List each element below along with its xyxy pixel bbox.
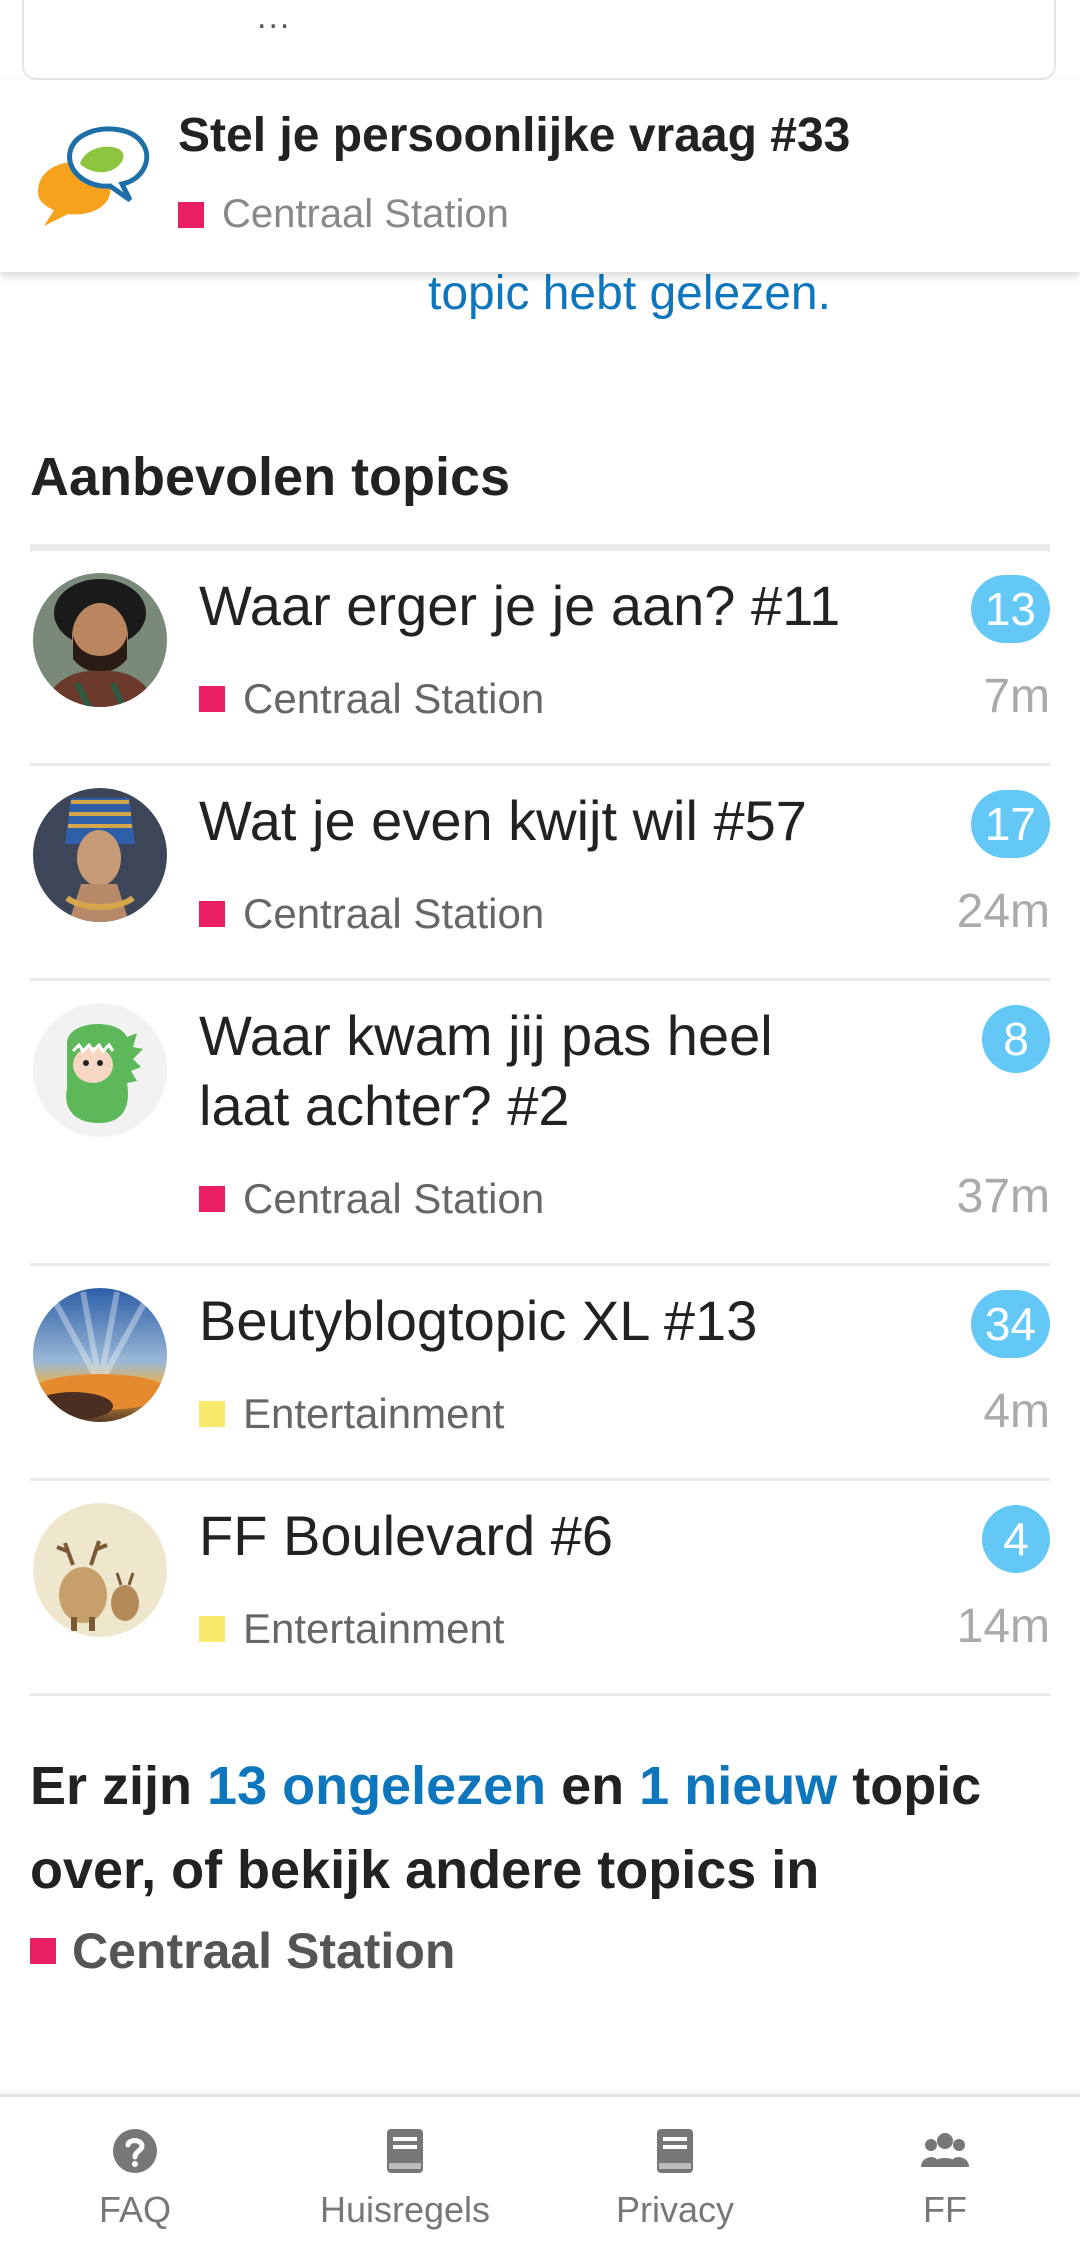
list-divider <box>30 544 1050 551</box>
topic-title[interactable]: Wat je even kwijt wil #57 <box>199 786 859 856</box>
activity-age: 4m <box>983 1385 1050 1438</box>
category-label: Centraal Station <box>243 675 545 722</box>
topic-category[interactable]: Centraal Station <box>178 192 509 237</box>
category-label: Entertainment <box>243 1390 505 1437</box>
activity-age: 24m <box>956 885 1050 938</box>
nav-label: Privacy <box>615 2189 735 2230</box>
unread-count-badge[interactable]: 8 <box>982 1005 1050 1073</box>
topic-category[interactable]: Entertainment <box>199 1390 504 1438</box>
category-label: Centraal Station <box>222 192 509 236</box>
browse-category-link[interactable]: Centraal Station <box>30 1922 455 1980</box>
message-middle: en <box>546 1756 640 1816</box>
topic-category[interactable]: Centraal Station <box>199 1175 544 1223</box>
category-label: Centraal Station <box>72 1923 456 1979</box>
nav-label: Huisregels <box>319 2189 491 2230</box>
unread-count-badge[interactable]: 17 <box>970 790 1050 858</box>
category-color-square <box>199 1401 225 1427</box>
unread-count-badge[interactable]: 34 <box>970 1290 1050 1358</box>
topic-row[interactable]: Beutyblogtopic XL #13 Entertainment 34 4… <box>30 1266 1050 1481</box>
read-topic-link[interactable]: topic hebt gelezen. <box>428 266 831 321</box>
topic-row[interactable]: Wat je even kwijt wil #57 Centraal Stati… <box>30 766 1050 981</box>
nav-faq[interactable]: FAQ <box>0 2097 270 2244</box>
category-color-square <box>199 686 225 712</box>
section-title: Aanbevolen topics <box>30 447 511 507</box>
topic-category[interactable]: Entertainment <box>199 1605 504 1653</box>
nefertiti-avatar[interactable] <box>33 788 167 922</box>
topic-row[interactable]: FF Boulevard #6 Entertainment 4 14m <box>30 1481 1050 1696</box>
topic-header: Stel je persoonlijke vraag #33 Centraal … <box>0 80 1080 272</box>
topic-category[interactable]: Centraal Station <box>199 675 544 723</box>
nav-ff[interactable]: FF <box>810 2097 1080 2244</box>
book-icon <box>387 2129 423 2173</box>
new-topics-link[interactable]: 1 nieuw <box>639 1756 837 1816</box>
unread-count-badge[interactable]: 13 <box>970 575 1050 643</box>
site-logo-icon[interactable] <box>30 122 154 234</box>
category-label: Centraal Station <box>243 890 545 937</box>
nav-privacy[interactable]: Privacy <box>540 2097 810 2244</box>
category-color-square <box>30 1938 56 1964</box>
question-circle-icon <box>113 2129 157 2173</box>
category-color-square <box>199 1186 225 1212</box>
topic-row[interactable]: Waar erger je je aan? #11 Centraal Stati… <box>30 551 1050 766</box>
previous-post-card: ... <box>22 0 1056 80</box>
users-icon <box>921 2133 969 2167</box>
reindeer-avatar[interactable] <box>33 1503 167 1637</box>
category-color-square <box>199 1616 225 1642</box>
activity-age: 7m <box>983 670 1050 723</box>
topic-title[interactable]: Waar kwam jij pas heel laat achter? #2 <box>199 1001 859 1141</box>
category-color-square <box>178 201 204 228</box>
topic-title[interactable]: Waar erger je je aan? #11 <box>199 571 859 641</box>
topic-title[interactable]: FF Boulevard #6 <box>199 1501 859 1571</box>
nav-label: FF <box>923 2189 967 2230</box>
topic-row[interactable]: Waar kwam jij pas heel laat achter? #2 C… <box>30 981 1050 1266</box>
more-ellipsis[interactable]: ... <box>257 0 291 37</box>
category-label: Centraal Station <box>243 1175 545 1222</box>
category-color-square <box>199 901 225 927</box>
message-prefix: Er zijn <box>30 1756 208 1816</box>
bottom-nav: FAQ Huisregels Privacy FF <box>0 2094 1080 2244</box>
topic-title[interactable]: Stel je persoonlijke vraag #33 <box>178 108 850 163</box>
category-label: Entertainment <box>243 1605 505 1652</box>
activity-age: 14m <box>956 1600 1050 1653</box>
unread-topics-link[interactable]: 13 ongelezen <box>207 1756 546 1816</box>
book-icon <box>657 2129 693 2173</box>
nav-label: FAQ <box>98 2189 172 2230</box>
dino-costume-avatar[interactable] <box>33 1003 167 1137</box>
topic-category[interactable]: Centraal Station <box>199 890 544 938</box>
topic-title[interactable]: Beutyblogtopic XL #13 <box>199 1286 859 1356</box>
nav-huisregels[interactable]: Huisregels <box>270 2097 540 2244</box>
suggested-topics-message: Er zijn 13 ongelezen en 1 nieuw topic ov… <box>30 1744 1050 1912</box>
suggested-topic-list: Waar erger je je aan? #11 Centraal Stati… <box>30 551 1050 1696</box>
sunset-sky-avatar[interactable] <box>33 1288 167 1422</box>
man-curly-hair-avatar[interactable] <box>33 573 167 707</box>
unread-count-badge[interactable]: 4 <box>982 1505 1050 1573</box>
activity-age: 37m <box>956 1170 1050 1223</box>
